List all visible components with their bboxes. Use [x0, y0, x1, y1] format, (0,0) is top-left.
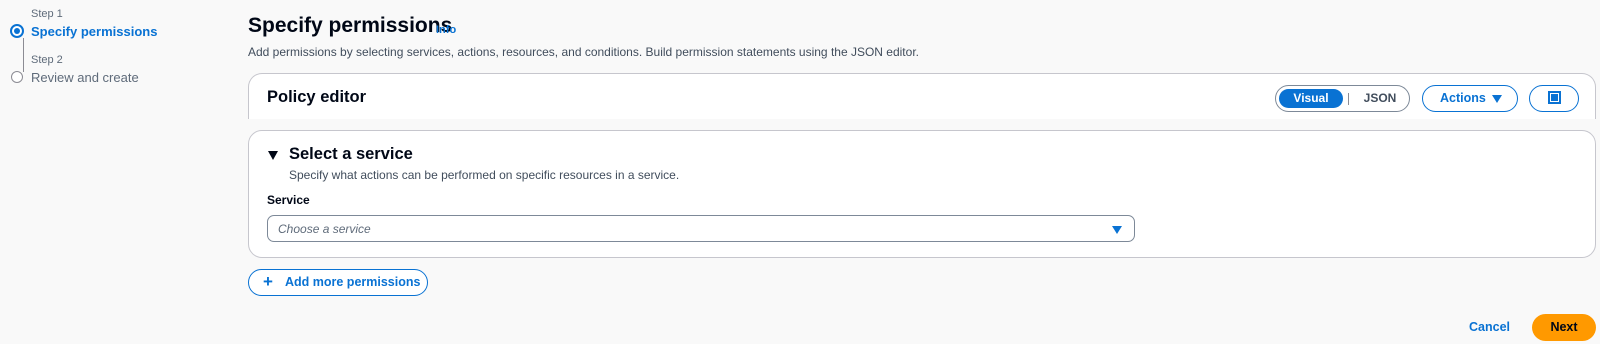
cancel-button[interactable]: Cancel [1469, 320, 1510, 334]
step-caption: Step 2 [31, 54, 63, 66]
service-select-placeholder: Choose a service [278, 222, 371, 236]
add-more-permissions-label: Add more permissions [285, 275, 421, 289]
actions-dropdown-button[interactable]: Actions [1422, 85, 1518, 112]
caret-down-icon[interactable] [268, 151, 278, 160]
service-field-label: Service [267, 193, 310, 207]
page-title: Specify permissions [248, 14, 453, 37]
info-link[interactable]: Info [436, 24, 456, 36]
select-service-panel: Select a service Specify what actions ca… [248, 130, 1596, 258]
mode-divider [1348, 93, 1349, 105]
fullscreen-button[interactable] [1529, 85, 1579, 112]
page-description: Add permissions by selecting services, a… [248, 45, 919, 59]
caret-down-icon [1492, 95, 1502, 103]
editor-mode-toggle: Visual JSON [1275, 85, 1410, 112]
stepper-connector [23, 38, 24, 72]
add-more-permissions-button[interactable]: + Add more permissions [248, 269, 428, 296]
section-title[interactable]: Select a service [289, 145, 413, 164]
wizard-stepper: Step 1 Specify permissions Step 2 Review… [8, 0, 228, 100]
policy-editor-header: Policy editor Visual JSON Actions [248, 73, 1596, 119]
plus-icon: + [263, 272, 273, 291]
step-title[interactable]: Specify permissions [31, 24, 157, 39]
service-select[interactable]: Choose a service [267, 215, 1135, 242]
next-button[interactable]: Next [1532, 314, 1596, 341]
section-description: Specify what actions can be performed on… [289, 168, 680, 182]
step-inactive-indicator-icon [11, 71, 23, 83]
step-title[interactable]: Review and create [31, 70, 139, 85]
caret-down-icon [1112, 226, 1122, 234]
actions-label: Actions [1440, 91, 1486, 105]
mode-visual-button[interactable]: Visual [1279, 89, 1343, 108]
fullscreen-icon [1548, 91, 1561, 104]
mode-json-button[interactable]: JSON [1354, 89, 1406, 108]
step-active-indicator-icon [10, 24, 24, 38]
step-caption: Step 1 [31, 8, 63, 20]
policy-editor-title: Policy editor [267, 88, 367, 106]
